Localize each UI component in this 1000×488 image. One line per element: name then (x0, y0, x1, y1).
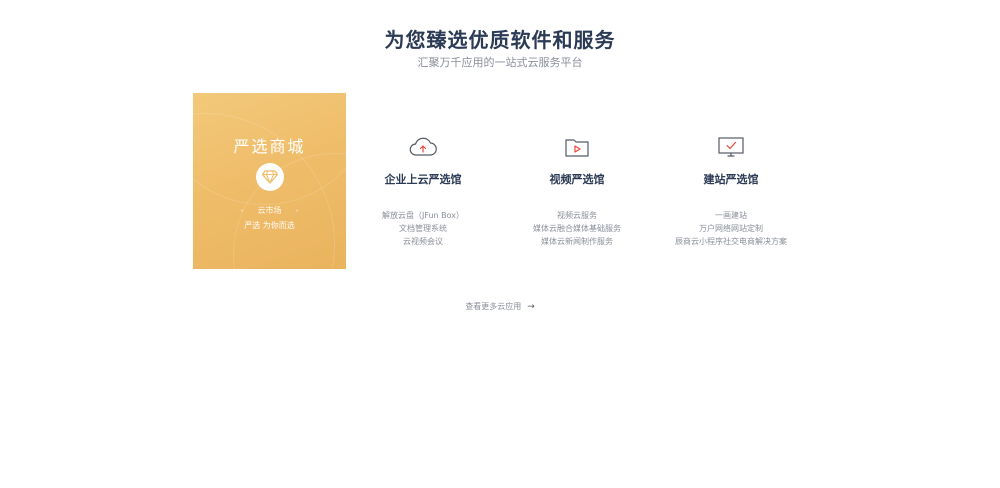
service-video[interactable]: 视频严选馆 视频云服务 媒体云融合媒体基础服务 媒体云新闻制作服务 (497, 135, 657, 248)
cloud-upload-icon (343, 135, 503, 159)
service-item[interactable]: 一画建站 (651, 209, 811, 222)
service-items: 一画建站 万户网络网站定制 辰商云小程序社交电商解决方案 (651, 209, 811, 248)
promo-title: 严选商城 (233, 137, 306, 156)
promo-market-label: 云市场 (257, 206, 282, 215)
service-item[interactable]: 媒体云新闻制作服务 (497, 235, 657, 248)
arrow-right-icon: → (527, 302, 535, 312)
service-item[interactable]: 万户网络网站定制 (651, 222, 811, 235)
service-items: 视频云服务 媒体云融合媒体基础服务 媒体云新闻制作服务 (497, 209, 657, 248)
service-item[interactable]: 辰商云小程序社交电商解决方案 (651, 235, 811, 248)
promo-card[interactable]: 严选商城 - 云市场 - 严选 为你而选 (193, 93, 346, 269)
monitor-check-icon (651, 135, 811, 159)
service-website[interactable]: 建站严选馆 一画建站 万户网络网站定制 辰商云小程序社交电商解决方案 (651, 135, 811, 248)
service-item[interactable]: 视频云服务 (497, 209, 657, 222)
service-items: 解放云盘（JFun Box） 文档管理系统 云视频会议 (343, 209, 503, 248)
service-title: 建站严选馆 (703, 173, 759, 186)
service-title: 视频严选馆 (549, 173, 605, 186)
page-title: 为您臻选优质软件和服务 (384, 28, 616, 52)
service-item[interactable]: 媒体云融合媒体基础服务 (497, 222, 657, 235)
more-apps-link[interactable]: 查看更多云应用 → (0, 301, 1000, 312)
promo-market: - 云市场 - (240, 206, 299, 215)
service-item[interactable]: 解放云盘（JFun Box） (343, 209, 503, 222)
service-item[interactable]: 文档管理系统 (343, 222, 503, 235)
diamond-icon (256, 163, 284, 191)
service-enterprise-cloud[interactable]: 企业上云严选馆 解放云盘（JFun Box） 文档管理系统 云视频会议 (343, 135, 503, 248)
service-item[interactable]: 云视频会议 (343, 235, 503, 248)
promo-slogan: 严选 为你而选 (244, 221, 295, 230)
service-title: 企业上云严选馆 (384, 173, 462, 186)
page: 为您臻选优质软件和服务 汇聚万千应用的一站式云服务平台 严选商城 - 云市场 - 严… (0, 0, 1000, 488)
page-subtitle: 汇聚万千应用的一站式云服务平台 (417, 56, 583, 69)
video-folder-icon (497, 135, 657, 159)
more-apps-label: 查看更多云应用 (465, 302, 522, 311)
